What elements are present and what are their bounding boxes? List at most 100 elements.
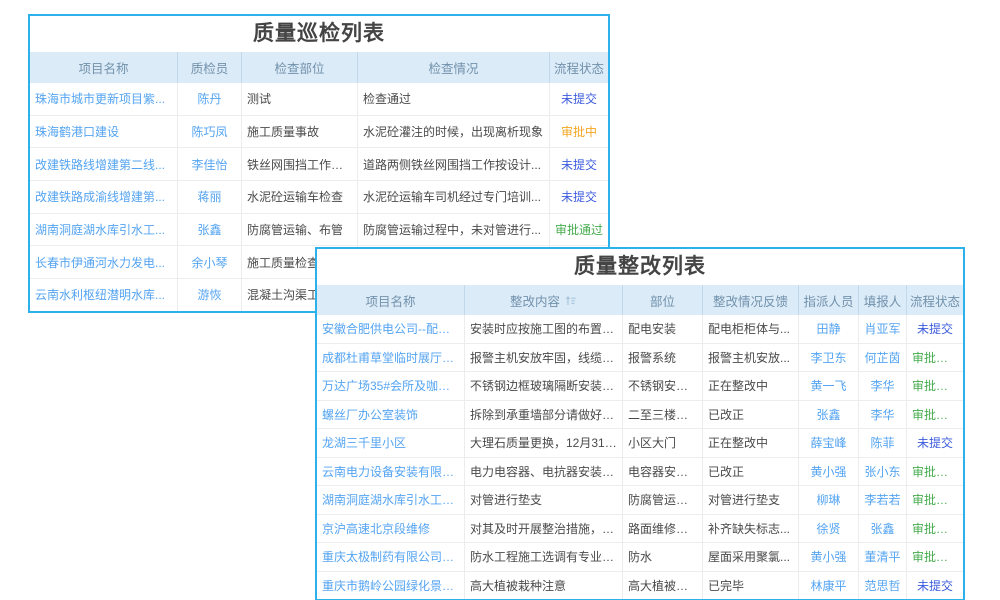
project-link[interactable]: 重庆太极制药有限公司亳州中... [322,548,459,565]
cell-project-link: 龙湖三千里小区 [317,429,465,457]
rectification-column-process-status: 流程状态 [907,285,963,315]
cell-project-link: 京沪高速北京段维修 [317,515,465,543]
cell-process-status: 审批通过 [907,344,963,372]
cell-feedback: 已改正 [703,401,799,429]
rectification-column-content-label: 整改内容 [510,291,560,310]
feedback: 已改正 [708,463,744,480]
part: 防水 [628,548,652,565]
process-status: 审批通过 [912,491,958,508]
table-row: 珠海鹤港口建设陈巧凤施工质量事故水泥砼灌注的时候，出现离析现象审批中 [30,116,608,149]
reporter-link[interactable]: 李华 [870,406,894,423]
assignee-link[interactable]: 张鑫 [816,406,840,423]
inspection-column-check-part: 检查部位 [242,52,358,83]
cell-project-link: 长春市伊通河水力发电... [30,246,178,278]
reporter-link[interactable]: 董清平 [864,548,900,565]
rectification-table-header: 项目名称 整改内容 部位 整改情况反馈 指派人员 填报人 流程状态 [317,285,963,315]
project-link[interactable]: 长春市伊通河水力发电... [35,254,165,271]
cell-project-link: 重庆太极制药有限公司亳州中... [317,543,465,571]
reporter-link[interactable]: 李华 [870,377,894,394]
process-status: 未提交 [917,434,953,451]
cell-reporter-link: 李华 [859,401,907,429]
cell-project-link: 云南水利枢纽潜明水库... [30,279,178,311]
feedback: 正在整改中 [708,377,768,394]
project-link[interactable]: 改建铁路线增建第二线... [35,156,165,173]
inspector-link[interactable]: 余小琴 [191,254,227,271]
inspection-column-inspector: 质检员 [178,52,242,83]
cell-feedback: 补齐缺失标志... [703,515,799,543]
cell-project-link: 珠海鹤港口建设 [30,116,178,148]
process-status: 审批中 [561,123,597,140]
rectify-content: 拆除到承重墙部分请做好加固... [470,406,617,423]
cell-feedback: 已完毕 [703,572,799,600]
project-link[interactable]: 云南电力设备安装有限公司20... [322,463,459,480]
cell-assignee-link: 黄小强 [799,458,859,486]
reporter-link[interactable]: 陈菲 [870,434,894,451]
project-link[interactable]: 安徽合肥供电公司--配电设备... [322,320,459,337]
table-row: 湖南洞庭湖水库引水工...张鑫防腐管运输、布管防腐管运输过程中，未对管进行...… [30,214,608,247]
project-link[interactable]: 京沪高速北京段维修 [322,520,430,537]
assignee-link[interactable]: 林康平 [810,577,846,594]
cell-assignee-link: 李卫东 [799,344,859,372]
inspector-link[interactable]: 陈丹 [197,90,221,107]
table-row: 京沪高速北京段维修对其及时开展整治措施，桥头...路面维修检...补齐缺失标志.… [317,515,963,544]
project-link[interactable]: 云南水利枢纽潜明水库... [35,286,165,303]
rectification-column-feedback: 整改情况反馈 [703,285,799,315]
rectification-table-body: 安徽合肥供电公司--配电设备...安装时应按施工图的布置，将...配电安装配电柜… [317,315,963,599]
assignee-link[interactable]: 黄小强 [810,548,846,565]
assignee-link[interactable]: 徐贤 [816,520,840,537]
cell-part: 防腐管运输... [623,486,703,514]
rectify-content: 高大植被栽种注意 [470,577,566,594]
cell-rectify-content: 电力电容器、电抗器安装方案,... [465,458,623,486]
cell-assignee-link: 柳琳 [799,486,859,514]
reporter-link[interactable]: 张鑫 [870,520,894,537]
cell-part: 小区大门 [623,429,703,457]
cell-check-part: 铁丝网围挡工作检查 [242,148,358,180]
project-link[interactable]: 螺丝厂办公室装饰 [322,406,418,423]
project-link[interactable]: 珠海鹤港口建设 [35,123,119,140]
project-link[interactable]: 珠海市城市更新项目紫... [35,90,165,107]
cell-inspector-link: 陈丹 [178,83,242,115]
project-link[interactable]: 重庆市鹅岭公园绿化景观提升... [322,577,459,594]
sort-icon[interactable] [564,294,577,307]
reporter-link[interactable]: 何芷茵 [864,349,900,366]
project-link[interactable]: 湖南洞庭湖水库引水工程施工标 [322,491,459,508]
cell-project-link: 成都杜甫草堂临时展厅独立展... [317,344,465,372]
assignee-link[interactable]: 薛宝峰 [810,434,846,451]
rectification-column-content[interactable]: 整改内容 [465,285,623,315]
inspection-table-header: 项目名称 质检员 检查部位 检查情况 流程状态 [30,52,608,83]
table-row: 成都杜甫草堂临时展厅独立展...报警主机安放牢固，线缆连接...报警系统报警主机… [317,344,963,373]
rectify-content: 防水工程施工选调有专业资质... [470,548,617,565]
reporter-link[interactable]: 李若若 [864,491,900,508]
assignee-link[interactable]: 黄一飞 [810,377,846,394]
reporter-link[interactable]: 肖亚军 [864,320,900,337]
cell-inspector-link: 张鑫 [178,214,242,246]
project-link[interactable]: 万达广场35#会所及咖啡厅空... [322,377,459,394]
cell-reporter-link: 董清平 [859,543,907,571]
project-link[interactable]: 龙湖三千里小区 [322,434,406,451]
reporter-link[interactable]: 张小东 [864,463,900,480]
check-situation: 防腐管运输过程中，未对管进行... [363,221,541,238]
inspector-link[interactable]: 蒋丽 [197,188,221,205]
cell-process-status: 未提交 [550,83,608,115]
assignee-link[interactable]: 柳琳 [816,491,840,508]
inspector-link[interactable]: 张鑫 [197,221,221,238]
project-link[interactable]: 湖南洞庭湖水库引水工... [35,221,165,238]
cell-rectify-content: 不锈钢边框玻璃隔断安装不牢... [465,372,623,400]
part: 不锈钢安装... [628,377,697,394]
assignee-link[interactable]: 田静 [816,320,840,337]
assignee-link[interactable]: 李卫东 [810,349,846,366]
assignee-link[interactable]: 黄小强 [810,463,846,480]
table-row: 龙湖三千里小区大理石质量更换，12月31日之...小区大门正在整改中薛宝峰陈菲未… [317,429,963,458]
project-link[interactable]: 成都杜甫草堂临时展厅独立展... [322,349,459,366]
inspection-column-project-name: 项目名称 [30,52,178,83]
cell-assignee-link: 田静 [799,315,859,343]
reporter-link[interactable]: 范思哲 [864,577,900,594]
table-row: 云南电力设备安装有限公司20...电力电容器、电抗器安装方案,...电容器安装.… [317,458,963,487]
cell-part: 不锈钢安装... [623,372,703,400]
inspector-link[interactable]: 陈巧凤 [191,123,227,140]
project-link[interactable]: 改建铁路成渝线增建第... [35,188,165,205]
cell-reporter-link: 李华 [859,372,907,400]
cell-check-situation: 检查通过 [358,83,550,115]
inspector-link[interactable]: 李佳怡 [191,156,227,173]
inspector-link[interactable]: 游恢 [197,286,221,303]
